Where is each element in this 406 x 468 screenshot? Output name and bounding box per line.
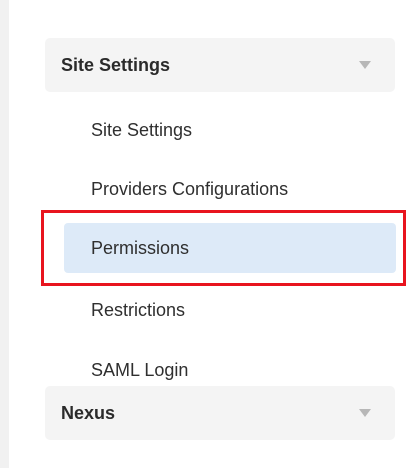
left-rail xyxy=(0,0,9,468)
section-title: Site Settings xyxy=(61,55,171,75)
nav-item-restrictions[interactable]: Restrictions xyxy=(91,299,185,321)
section-header-site-settings[interactable]: Site Settings xyxy=(45,38,395,92)
nav-item-saml-login[interactable]: SAML Login xyxy=(91,359,188,381)
chevron-down-icon[interactable] xyxy=(359,61,371,69)
chevron-down-icon[interactable] xyxy=(359,409,371,417)
section-header-nexus[interactable]: Nexus xyxy=(45,386,395,440)
nav-item-label: Permissions xyxy=(91,238,190,258)
section-title: Nexus xyxy=(61,403,116,423)
nav-item-providers-configurations[interactable]: Providers Configurations xyxy=(91,178,288,200)
nav-item-permissions[interactable]: Permissions xyxy=(64,223,396,273)
nav-item-site-settings[interactable]: Site Settings xyxy=(91,119,192,141)
